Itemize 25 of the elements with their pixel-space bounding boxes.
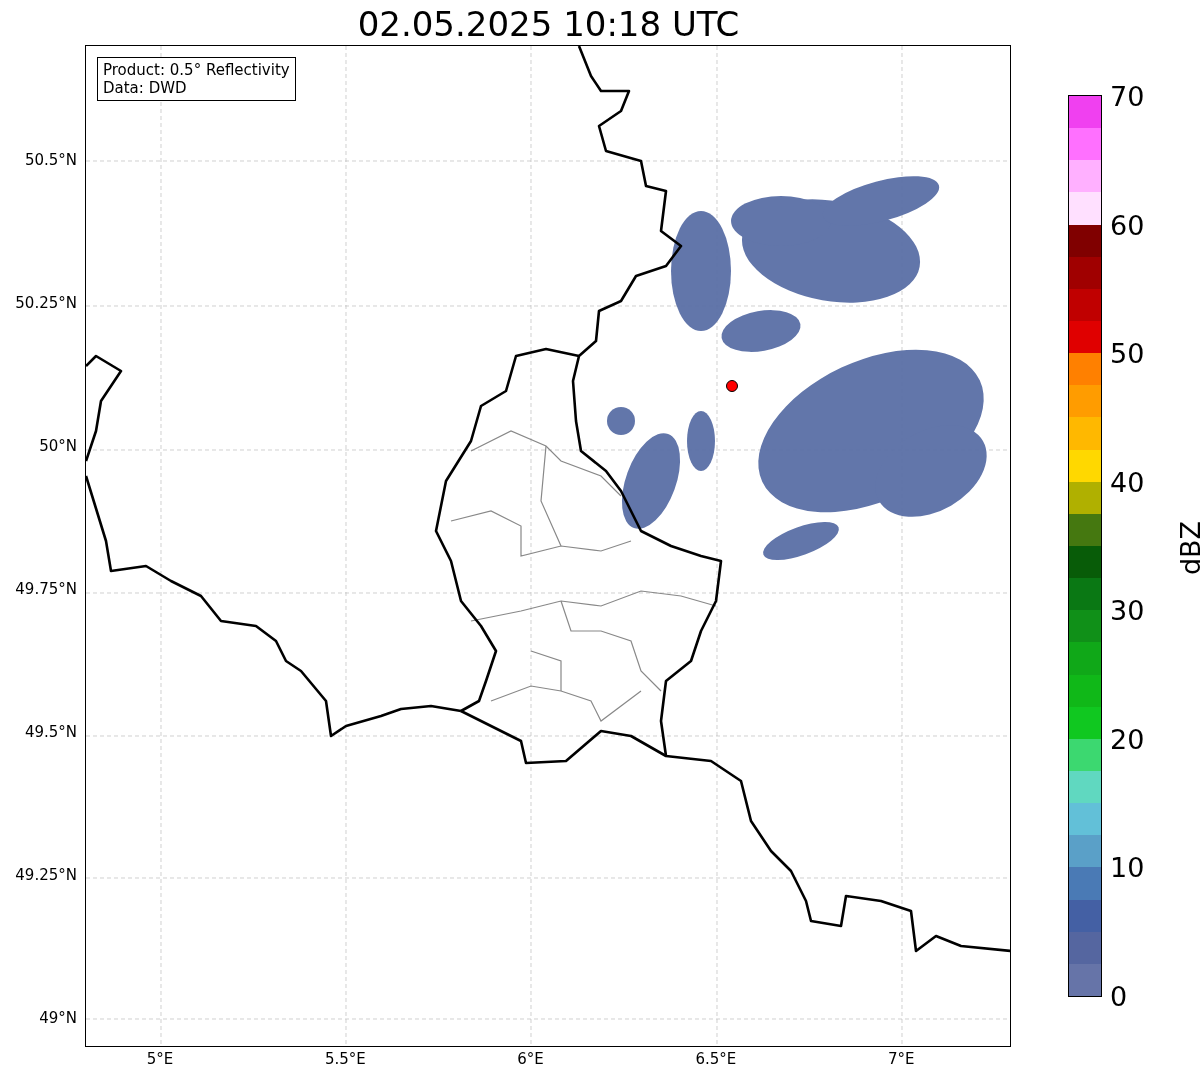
axis-tick-label: 7°E: [887, 1050, 915, 1068]
axis-tick-label: 5.5°E: [324, 1050, 366, 1068]
colorbar-tick-label: 60: [1110, 209, 1145, 241]
colorbar-tick-label: 50: [1110, 337, 1145, 369]
colorbar-tick-label: 70: [1110, 80, 1145, 112]
legend-text: Product: 0.5° Reflectivity: [103, 61, 290, 79]
location-marker-icon: [726, 380, 738, 392]
colorbar-tick-label: 40: [1110, 466, 1145, 498]
colorbar-tick-label: 0: [1110, 980, 1128, 1012]
axis-tick-label: 50.5°N: [24, 151, 77, 169]
colorbar-tick-label: 10: [1110, 851, 1145, 883]
axis-tick-label: 6°E: [517, 1050, 544, 1068]
axis-tick-label: 6.5°E: [695, 1050, 737, 1068]
axis-tick-label: 50°N: [39, 437, 77, 455]
axis-tick-label: 49°N: [39, 1009, 77, 1027]
colorbar-tick-label: 20: [1110, 723, 1145, 755]
colorbar-tick-label: 30: [1110, 594, 1145, 626]
chart-title: 02.05.2025 10:18 UTC: [356, 4, 741, 44]
axis-tick-label: 50.25°N: [15, 294, 77, 312]
axis-tick-label: 49.75°N: [15, 580, 77, 598]
axis-tick-label: 49.5°N: [24, 723, 77, 741]
axis-tick-label: 5°E: [146, 1050, 174, 1068]
legend-text: Data: DWD: [103, 79, 188, 97]
colorbar-label: dBZ: [1174, 520, 1202, 576]
axis-tick-label: 49.25°N: [15, 866, 77, 884]
